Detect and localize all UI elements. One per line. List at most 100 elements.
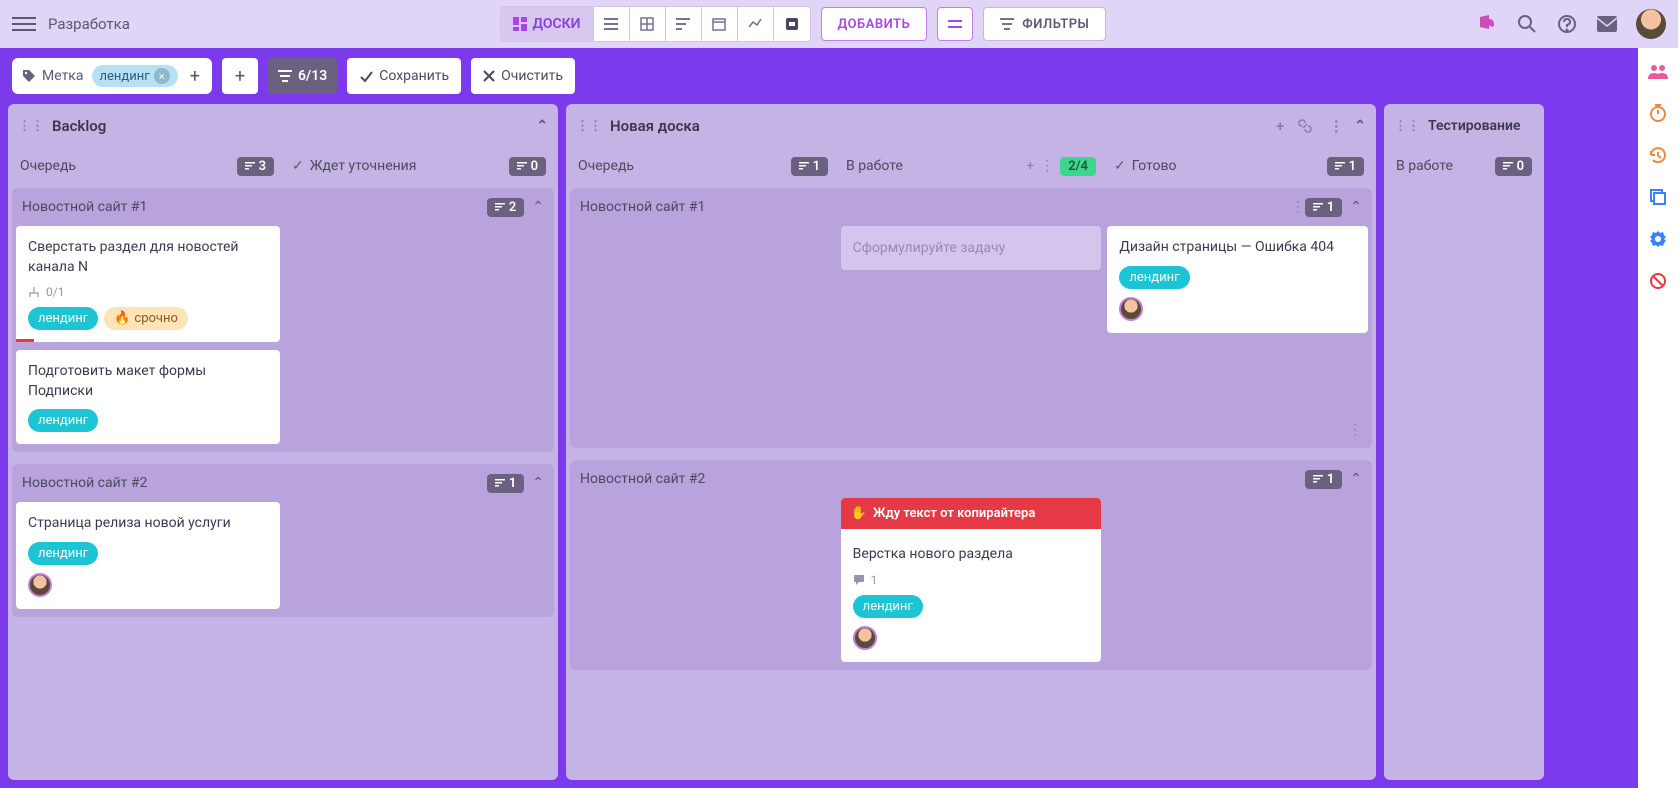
- swimlane-count: 1: [487, 474, 524, 493]
- column-header[interactable]: Очередь 3: [16, 148, 278, 184]
- columns-header: Очередь 1 В работе + ⋮ 2/4 ✓ Готово: [566, 148, 1376, 184]
- mail-icon[interactable]: [1596, 13, 1618, 35]
- search-icon[interactable]: [1516, 13, 1538, 35]
- column-count: 0: [509, 157, 546, 176]
- comments-meta: 1: [853, 573, 1090, 587]
- tag-landing[interactable]: лендинг: [28, 542, 98, 565]
- task-card[interactable]: ✋ Жду текст от копирайтера Верстка новог…: [841, 498, 1102, 662]
- task-card[interactable]: Страница релиза новой услуги лендинг: [16, 502, 280, 609]
- task-card[interactable]: Дизайн страницы — Ошибка 404 лендинг: [1107, 226, 1368, 333]
- page-title: Разработка: [48, 15, 130, 33]
- board-header[interactable]: ⋮⋮ Новая доска + ⋮ ⌃: [566, 104, 1376, 148]
- swimlane: Новостной сайт #2 1 ⌃ Страница релиза но…: [12, 464, 554, 617]
- add-icon[interactable]: +: [1270, 117, 1290, 135]
- tag-landing[interactable]: лендинг: [28, 409, 98, 432]
- new-task-placeholder[interactable]: Сформулируйте задачу: [841, 226, 1102, 270]
- whats-new-icon[interactable]: [1476, 13, 1498, 35]
- filter-label: Метка: [22, 68, 84, 84]
- swimlane-header[interactable]: Новостной сайт #1 ⋮ 1 ⌃: [570, 188, 1372, 226]
- collapse-icon[interactable]: ⌃: [1354, 118, 1366, 134]
- swimlane-header[interactable]: Новостной сайт #1 2 ⌃: [12, 188, 554, 226]
- drag-icon[interactable]: ⋮⋮: [18, 119, 44, 134]
- settings-icon[interactable]: [1647, 228, 1669, 250]
- add-button[interactable]: ДОБАВИТЬ: [821, 7, 928, 41]
- board-new: ⋮⋮ Новая доска + ⋮ ⌃ Очередь 1 В работе …: [566, 104, 1376, 780]
- swimlane: Новостной сайт #1 ⋮ 1 ⌃ Сформулируйте за…: [570, 188, 1372, 448]
- board-title: Backlog: [52, 117, 106, 135]
- column-header[interactable]: В работе 0: [1392, 148, 1536, 184]
- progress-bar: [16, 339, 34, 342]
- menu-icon[interactable]: ⋮: [1291, 199, 1305, 215]
- history-icon[interactable]: [1647, 144, 1669, 166]
- view-archive[interactable]: [774, 7, 810, 41]
- board-header[interactable]: ⋮⋮ Тестирование: [1384, 104, 1544, 148]
- options-button[interactable]: [937, 7, 973, 41]
- collapse-icon[interactable]: ⌃: [1350, 471, 1362, 487]
- view-chart[interactable]: [738, 7, 774, 41]
- view-calendar[interactable]: [702, 7, 738, 41]
- column-header[interactable]: Очередь 1: [574, 148, 832, 184]
- collapse-icon[interactable]: ⌃: [1350, 199, 1362, 215]
- collapse-icon[interactable]: ⌃: [532, 199, 544, 215]
- timer-icon[interactable]: [1647, 102, 1669, 124]
- swimlane-count: 1: [1305, 198, 1342, 217]
- menu-icon[interactable]: ⋮: [1040, 158, 1054, 174]
- add-filter-icon[interactable]: +: [186, 66, 204, 87]
- tag-landing[interactable]: лендинг: [853, 595, 923, 618]
- column-header[interactable]: ✓ Ждет уточнения 0: [288, 148, 550, 184]
- column-header[interactable]: В работе + ⋮ 2/4: [842, 148, 1100, 184]
- collapse-icon[interactable]: ⌃: [536, 118, 548, 134]
- assignee-avatar[interactable]: [853, 626, 877, 650]
- swimlane-header[interactable]: Новостной сайт #2 1 ⌃: [570, 460, 1372, 498]
- drag-icon[interactable]: ⋮⋮: [576, 119, 602, 134]
- view-sort[interactable]: [666, 7, 702, 41]
- boards-container: ⋮⋮ Backlog ⌃ Очередь 3 ✓ Ждет уточнения …: [0, 104, 1678, 788]
- column-count: 3: [237, 157, 274, 176]
- add-filter-button[interactable]: +: [222, 58, 258, 94]
- right-rail: [1638, 48, 1678, 788]
- swimlane-count: 1: [1305, 470, 1342, 489]
- column-count: 1: [791, 157, 828, 176]
- assignee-avatar[interactable]: [28, 573, 52, 597]
- view-list[interactable]: [594, 7, 630, 41]
- filter-chip[interactable]: Метка лендинг × +: [12, 58, 212, 94]
- topbar: Разработка ДОСКИ ДОБАВИТЬ ФИЛЬТРЫ: [0, 0, 1678, 48]
- tag-urgent[interactable]: 🔥срочно: [104, 307, 188, 330]
- view-table[interactable]: [630, 7, 666, 41]
- board-header[interactable]: ⋮⋮ Backlog ⌃: [8, 104, 558, 148]
- people-icon[interactable]: [1647, 60, 1669, 82]
- collapse-icon[interactable]: ⌃: [532, 475, 544, 491]
- drag-icon[interactable]: ⋮⋮: [1394, 119, 1420, 134]
- assignee-avatar[interactable]: [1119, 297, 1143, 321]
- add-icon[interactable]: +: [1026, 158, 1034, 174]
- filter-tag[interactable]: лендинг ×: [92, 65, 178, 87]
- menu-icon[interactable]: ⋮: [1326, 117, 1346, 135]
- copy-icon[interactable]: [1647, 186, 1669, 208]
- view-boards[interactable]: ДОСКИ: [501, 7, 594, 41]
- view-switcher: ДОСКИ: [500, 6, 811, 42]
- task-card[interactable]: Подготовить макет формы Подписки лендинг: [16, 350, 280, 444]
- board-backlog: ⋮⋮ Backlog ⌃ Очередь 3 ✓ Ждет уточнения …: [8, 104, 558, 780]
- wip-badge: 2/4: [1060, 157, 1096, 176]
- swimlane: Новостной сайт #1 2 ⌃ Сверстать раздел д…: [12, 188, 554, 452]
- menu-icon[interactable]: [12, 12, 36, 36]
- board-title: Новая доска: [610, 117, 700, 135]
- task-card[interactable]: Сверстать раздел для новостей канала N 0…: [16, 226, 280, 342]
- swimlane-header[interactable]: Новостной сайт #2 1 ⌃: [12, 464, 554, 502]
- filter-bar: Метка лендинг × + + 6/13 Сохранить Очист…: [0, 48, 1678, 104]
- tag-landing[interactable]: лендинг: [28, 307, 98, 330]
- help-icon[interactable]: [1556, 13, 1578, 35]
- swimlane-count: 2: [487, 198, 524, 217]
- remove-tag-icon[interactable]: ×: [154, 68, 170, 84]
- block-icon[interactable]: [1647, 270, 1669, 292]
- save-filter-button[interactable]: Сохранить: [347, 58, 461, 94]
- clear-filter-button[interactable]: Очистить: [471, 58, 575, 94]
- filter-count[interactable]: 6/13: [268, 58, 337, 94]
- link-icon[interactable]: [1298, 119, 1318, 133]
- user-avatar[interactable]: [1636, 9, 1666, 39]
- menu-icon[interactable]: ⋮: [1348, 422, 1362, 438]
- column-header[interactable]: ✓ Готово 1: [1110, 148, 1368, 184]
- tag-landing[interactable]: лендинг: [1119, 266, 1189, 289]
- filters-button[interactable]: ФИЛЬТРЫ: [983, 7, 1106, 41]
- card-blocker-banner: ✋ Жду текст от копирайтера: [841, 498, 1102, 529]
